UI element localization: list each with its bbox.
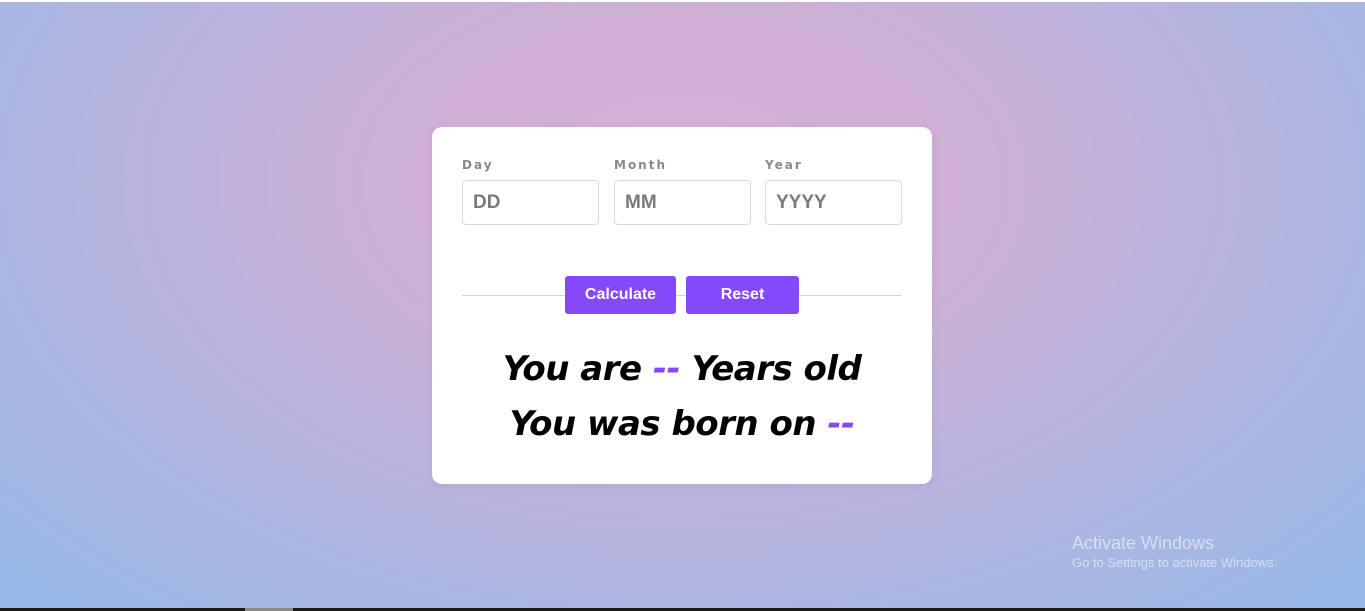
age-result: You are -- Years old (432, 349, 932, 389)
born-prefix: You was born on (509, 404, 817, 444)
month-field: Month (614, 157, 751, 225)
activate-windows-watermark: Activate Windows Go to Settings to activ… (1072, 532, 1277, 572)
reset-button[interactable]: Reset (686, 276, 799, 314)
year-field: Year (765, 157, 902, 225)
age-value: -- (652, 349, 681, 389)
day-field: Day (462, 157, 599, 225)
month-input[interactable] (614, 180, 751, 225)
year-input[interactable] (765, 180, 902, 225)
year-label: Year (765, 158, 803, 172)
day-label: Day (462, 158, 494, 172)
day-input[interactable] (462, 180, 599, 225)
age-prefix: You are (502, 349, 642, 389)
birth-date-result: You was born on -- (432, 404, 932, 444)
month-label: Month (614, 158, 668, 172)
born-value: -- (827, 404, 855, 444)
watermark-title: Activate Windows (1072, 533, 1215, 553)
age-suffix: Years old (691, 349, 862, 389)
calculate-button[interactable]: Calculate (565, 276, 676, 314)
watermark-subtitle: Go to Settings to activate Windows. (1072, 555, 1278, 570)
window-top-edge (0, 0, 1365, 2)
age-calculator-card: Day Month Year Calculate Reset You are -… (432, 127, 932, 484)
divider (462, 295, 902, 296)
